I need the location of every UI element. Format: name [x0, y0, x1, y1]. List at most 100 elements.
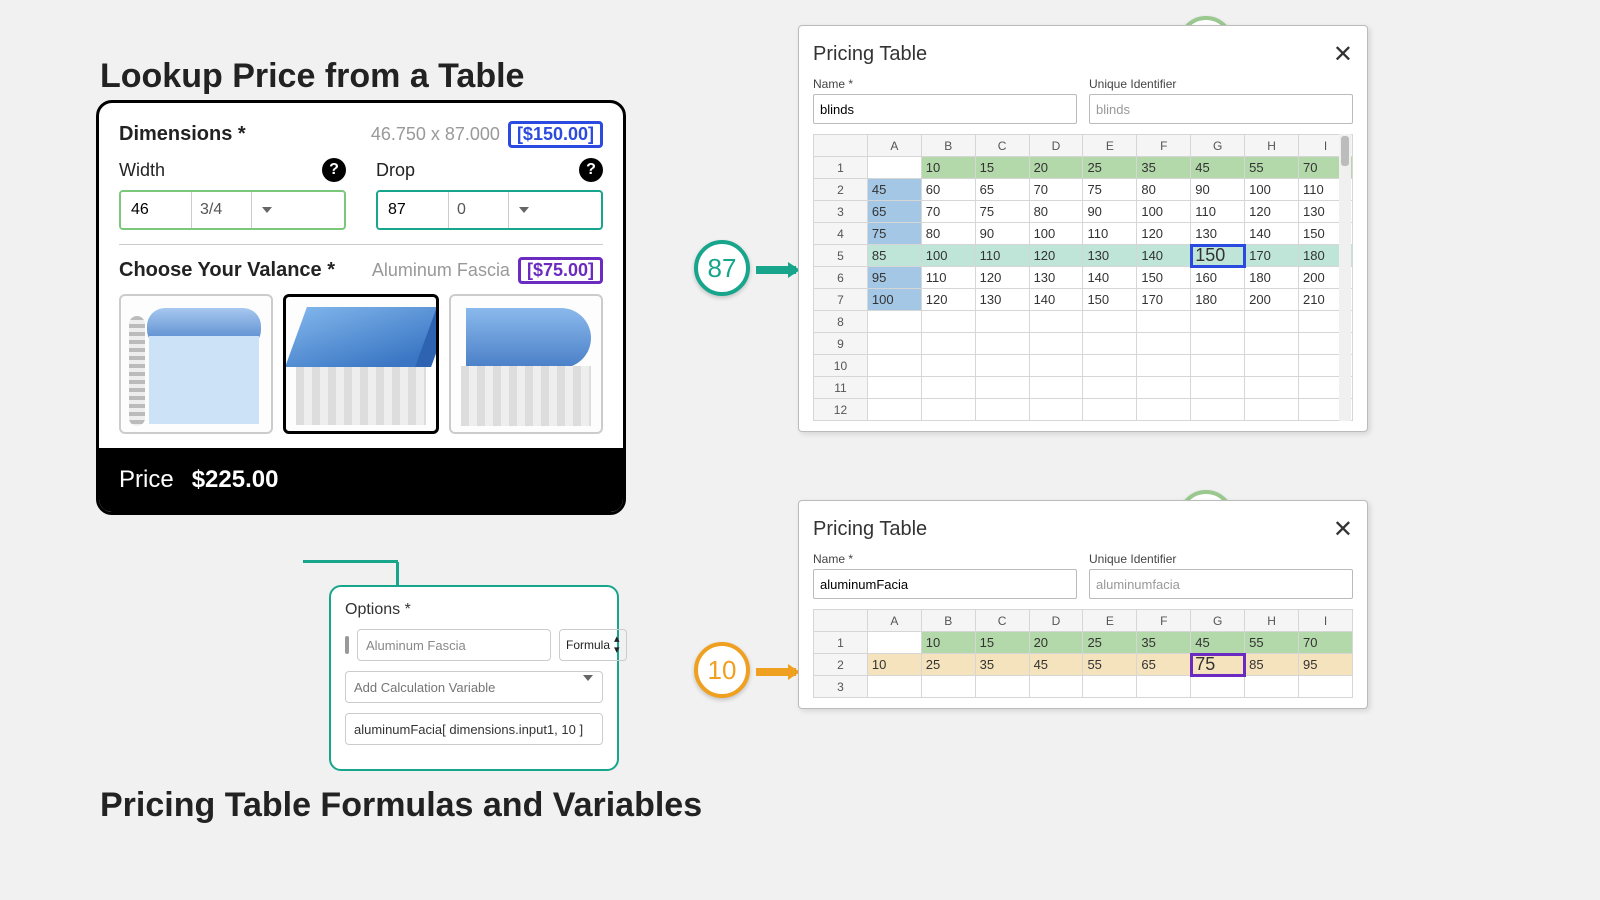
grid-cell[interactable] [921, 676, 975, 698]
grid-cell[interactable] [1137, 399, 1191, 421]
grid-cell[interactable]: 55 [1245, 157, 1299, 179]
row-head[interactable]: 2 [814, 179, 868, 201]
grid-cell[interactable]: 75 [1083, 179, 1137, 201]
row-head[interactable]: 6 [814, 267, 868, 289]
grid-cell[interactable] [1083, 333, 1137, 355]
grid-cell[interactable] [1083, 355, 1137, 377]
valance-option-curved[interactable] [449, 294, 603, 434]
grid-cell[interactable]: 150 [1191, 245, 1245, 267]
grid-cell[interactable]: 65 [975, 179, 1029, 201]
grid-cell[interactable]: 35 [1137, 632, 1191, 654]
grid-cell[interactable] [1245, 311, 1299, 333]
grid-cell[interactable] [1191, 311, 1245, 333]
grid-cell[interactable]: 35 [1137, 157, 1191, 179]
grid-cell[interactable] [975, 377, 1029, 399]
grid-cell[interactable]: 15 [975, 632, 1029, 654]
grid-cell[interactable]: 160 [1191, 267, 1245, 289]
grid-cell[interactable] [1029, 333, 1083, 355]
width-frac[interactable]: 3/4 [191, 192, 251, 228]
chevron-down-icon[interactable] [583, 677, 593, 699]
grid-cell[interactable]: 110 [975, 245, 1029, 267]
grid-cell[interactable]: 90 [1083, 201, 1137, 223]
grid-cell[interactable]: 55 [1245, 632, 1299, 654]
grid-cell[interactable] [1245, 377, 1299, 399]
grid-cell[interactable]: 45 [1191, 632, 1245, 654]
grid-cell[interactable]: 75 [1191, 654, 1245, 676]
valance-option-aluminum-fascia[interactable] [283, 294, 439, 434]
width-input[interactable]: 3/4 [119, 190, 346, 230]
grid-cell[interactable]: 120 [1245, 201, 1299, 223]
grid-cell[interactable] [921, 399, 975, 421]
grid-cell[interactable] [975, 311, 1029, 333]
grid-cell[interactable] [1191, 676, 1245, 698]
grid-cell[interactable] [1191, 399, 1245, 421]
help-icon[interactable]: ? [579, 158, 603, 182]
grid-cell[interactable]: 75 [975, 201, 1029, 223]
grid-cell[interactable]: 110 [1191, 201, 1245, 223]
grid-cell[interactable] [921, 355, 975, 377]
grid-cell[interactable]: 100 [1245, 179, 1299, 201]
grid-cell[interactable]: 25 [1083, 157, 1137, 179]
grid-cell[interactable]: 20 [1029, 157, 1083, 179]
grid-cell[interactable] [1245, 399, 1299, 421]
grid-cell[interactable] [1029, 355, 1083, 377]
grid-cell[interactable] [1137, 311, 1191, 333]
grid-cell[interactable] [1137, 377, 1191, 399]
grid-cell[interactable]: 75 [867, 223, 921, 245]
grid-cell[interactable] [921, 333, 975, 355]
grid-cell[interactable]: 140 [1245, 223, 1299, 245]
grid-cell[interactable]: 200 [1245, 289, 1299, 311]
grid-cell[interactable] [975, 399, 1029, 421]
grid-cell[interactable] [867, 632, 921, 654]
grid-cell[interactable]: 85 [1245, 654, 1299, 676]
grid-cell[interactable]: 45 [1029, 654, 1083, 676]
row-head[interactable]: 8 [814, 311, 868, 333]
grid-cell[interactable] [1245, 355, 1299, 377]
grid-cell[interactable] [867, 157, 921, 179]
grid-cell[interactable] [867, 676, 921, 698]
grid-cell[interactable] [867, 355, 921, 377]
grid-cell[interactable] [867, 311, 921, 333]
grid-cell[interactable]: 70 [1299, 632, 1353, 654]
formula-select[interactable]: Formula▴▾ [559, 629, 627, 661]
grid-cell[interactable]: 60 [921, 179, 975, 201]
grid-cell[interactable]: 10 [921, 157, 975, 179]
grid-cell[interactable] [921, 377, 975, 399]
grid-cell[interactable] [1299, 676, 1353, 698]
grid-cell[interactable]: 140 [1029, 289, 1083, 311]
grid-cell[interactable] [1191, 355, 1245, 377]
grid-cell[interactable]: 70 [921, 201, 975, 223]
pricing-grid[interactable]: ABCDEFGHI1101520253545557024560657075809… [813, 134, 1353, 421]
grid-cell[interactable] [1029, 676, 1083, 698]
chevron-down-icon[interactable] [251, 192, 281, 228]
grid-cell[interactable]: 130 [1029, 267, 1083, 289]
close-icon[interactable]: ✕ [1333, 515, 1353, 544]
grid-cell[interactable]: 120 [1137, 223, 1191, 245]
grid-cell[interactable]: 70 [1029, 179, 1083, 201]
grid-cell[interactable]: 25 [1083, 632, 1137, 654]
name-input[interactable] [813, 94, 1077, 124]
row-head[interactable]: 9 [814, 333, 868, 355]
option-checkbox[interactable] [345, 636, 349, 654]
pricing-grid[interactable]: ABCDEFGHI1101520253545557021025354555657… [813, 609, 1353, 698]
grid-cell[interactable]: 80 [1137, 179, 1191, 201]
grid-cell[interactable]: 100 [921, 245, 975, 267]
chevron-down-icon[interactable] [508, 192, 538, 228]
grid-cell[interactable] [1029, 311, 1083, 333]
grid-cell[interactable] [975, 333, 1029, 355]
grid-cell[interactable] [1245, 676, 1299, 698]
help-icon[interactable]: ? [322, 158, 346, 182]
row-head[interactable]: 4 [814, 223, 868, 245]
row-head[interactable]: 5 [814, 245, 868, 267]
grid-cell[interactable]: 35 [975, 654, 1029, 676]
grid-cell[interactable]: 110 [1083, 223, 1137, 245]
grid-cell[interactable]: 180 [1245, 267, 1299, 289]
row-head[interactable]: 7 [814, 289, 868, 311]
row-head[interactable]: 1 [814, 632, 868, 654]
width-whole[interactable] [121, 192, 191, 228]
grid-cell[interactable]: 150 [1137, 267, 1191, 289]
valance-option-roller[interactable] [119, 294, 273, 434]
formula-input[interactable] [345, 713, 603, 745]
grid-cell[interactable] [1191, 377, 1245, 399]
row-head[interactable]: 10 [814, 355, 868, 377]
